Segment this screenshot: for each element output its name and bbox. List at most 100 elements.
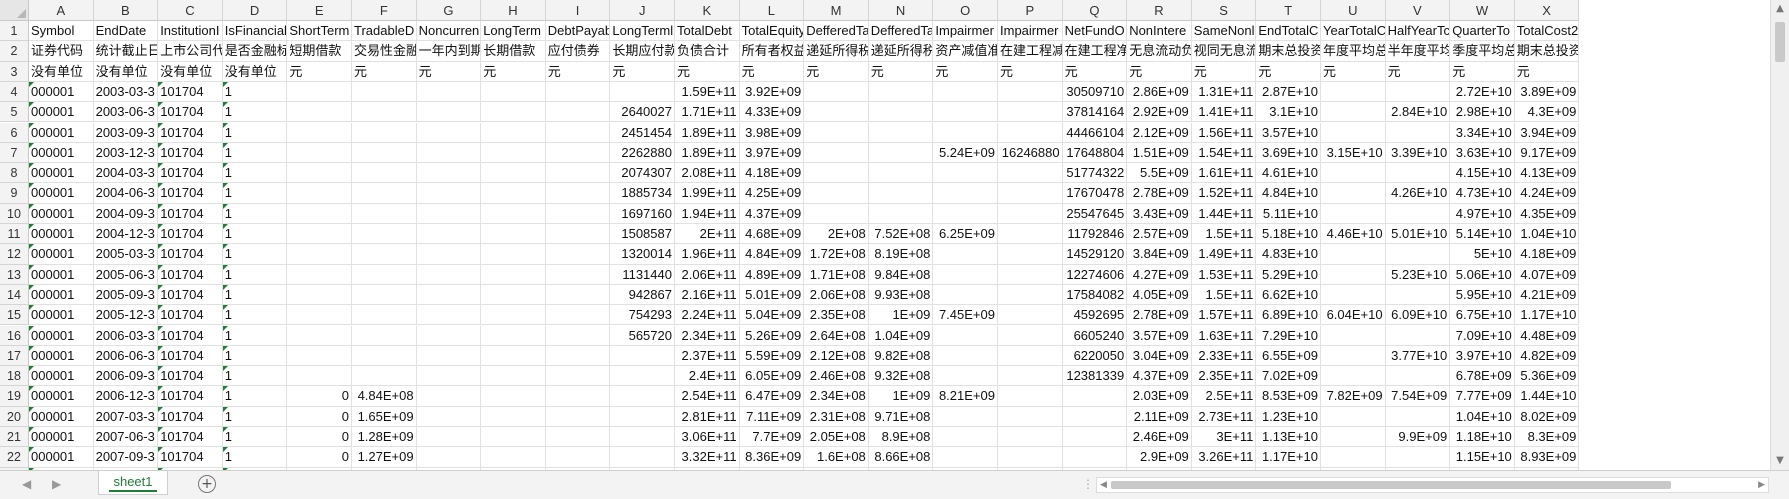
cell-e10[interactable] xyxy=(287,203,352,224)
cell-i7[interactable] xyxy=(545,142,611,164)
cell-i11[interactable] xyxy=(545,224,611,245)
cell-n22[interactable]: 8.66E+08 xyxy=(868,447,934,468)
row-header-15[interactable]: 15 xyxy=(0,305,29,326)
cell-n13[interactable]: 9.84E+08 xyxy=(868,264,934,285)
cell-g7[interactable] xyxy=(416,142,482,164)
row-header-20[interactable]: 20 xyxy=(0,406,29,427)
cell-r21[interactable]: 2.46E+09 xyxy=(1127,427,1192,448)
cell-o2[interactable]: 资产减值准 xyxy=(933,41,998,62)
cell-g20[interactable] xyxy=(416,406,482,427)
cell-g13[interactable] xyxy=(416,264,482,285)
cell-a15[interactable]: 000001 xyxy=(29,305,94,326)
cell-n15[interactable]: 1E+09 xyxy=(868,305,934,326)
cell-d9[interactable]: 1 xyxy=(222,183,288,204)
cell-u6[interactable] xyxy=(1321,122,1386,143)
cell-o15[interactable]: 7.45E+09 xyxy=(933,305,998,326)
cell-j16[interactable]: 565720 xyxy=(610,325,675,346)
cell-h12[interactable] xyxy=(481,244,546,265)
cell-j5[interactable]: 2640027 xyxy=(610,102,675,123)
cell-u1[interactable]: YearTotalC xyxy=(1321,21,1386,42)
cell-q10[interactable]: 25547645 xyxy=(1062,203,1128,224)
cell-t9[interactable]: 4.84E+10 xyxy=(1256,183,1321,204)
cell-w5[interactable]: 2.98E+10 xyxy=(1450,102,1515,123)
cell-b18[interactable]: 2006-09-3 xyxy=(93,366,159,387)
cell-d3[interactable]: 没有单位 xyxy=(222,61,288,82)
cell-b3[interactable]: 没有单位 xyxy=(93,61,159,82)
cell-c13[interactable]: 101704 xyxy=(158,264,223,285)
row-header-7[interactable]: 7 xyxy=(0,142,29,164)
cell-s17[interactable]: 2.33E+11 xyxy=(1191,345,1257,367)
cell-e5[interactable] xyxy=(287,102,352,123)
cell-b22[interactable]: 2007-09-3 xyxy=(93,447,159,468)
cell-d21[interactable]: 1 xyxy=(222,427,288,448)
cell-r1[interactable]: NonIntere xyxy=(1127,21,1192,42)
cell-r12[interactable]: 3.84E+09 xyxy=(1127,244,1192,265)
cell-w10[interactable]: 4.97E+10 xyxy=(1450,203,1515,224)
cell-q22[interactable] xyxy=(1062,447,1128,468)
cell-v12[interactable] xyxy=(1385,244,1451,265)
row-header-4[interactable]: 4 xyxy=(0,81,29,103)
cell-s10[interactable]: 1.44E+11 xyxy=(1191,203,1257,224)
cell-a21[interactable]: 000001 xyxy=(29,427,94,448)
sheet-tab-sheet1[interactable]: sheet1 xyxy=(98,471,168,495)
cell-a8[interactable]: 000001 xyxy=(29,163,94,184)
cell-e21[interactable]: 0 xyxy=(287,427,352,448)
cell-g2[interactable]: 一年内到期 xyxy=(416,41,482,62)
cell-a2[interactable]: 证券代码 xyxy=(29,41,94,62)
cell-v11[interactable]: 5.01E+10 xyxy=(1385,224,1451,245)
cell-m16[interactable]: 2.64E+08 xyxy=(804,325,869,346)
cell-c5[interactable]: 101704 xyxy=(158,102,223,123)
cell-l14[interactable]: 5.01E+09 xyxy=(739,284,805,306)
cell-a11[interactable]: 000001 xyxy=(29,224,94,245)
cell-w16[interactable]: 7.09E+10 xyxy=(1450,325,1515,346)
cell-m18[interactable]: 2.46E+08 xyxy=(804,366,869,387)
cell-h6[interactable] xyxy=(481,122,546,143)
cell-d13[interactable]: 1 xyxy=(222,264,288,285)
cell-d8[interactable]: 1 xyxy=(222,163,288,184)
cell-q18[interactable]: 12381339 xyxy=(1062,366,1128,387)
cell-j1[interactable]: LongTerml xyxy=(610,21,675,42)
cell-j22[interactable] xyxy=(610,447,675,468)
scroll-right-arrow-icon[interactable]: ▶ xyxy=(1758,478,1765,492)
column-header-h[interactable]: H xyxy=(481,0,546,21)
cell-u15[interactable]: 6.04E+10 xyxy=(1321,305,1386,326)
cell-a14[interactable]: 000001 xyxy=(29,284,94,306)
cell-u8[interactable] xyxy=(1321,163,1386,184)
cell-c8[interactable]: 101704 xyxy=(158,163,223,184)
cell-p3[interactable]: 元 xyxy=(998,61,1063,82)
cell-h9[interactable] xyxy=(481,183,546,204)
cell-o17[interactable] xyxy=(933,345,998,367)
cell-c19[interactable]: 101704 xyxy=(158,386,223,407)
cell-n9[interactable] xyxy=(868,183,934,204)
cell-v2[interactable]: 半年度平均 xyxy=(1385,41,1451,62)
cell-h1[interactable]: LongTerm xyxy=(481,21,546,42)
cell-r22[interactable]: 2.9E+09 xyxy=(1127,447,1192,468)
cell-v15[interactable]: 6.09E+10 xyxy=(1385,305,1451,326)
scroll-down-arrow-icon[interactable]: ▼ xyxy=(1771,452,1789,470)
cell-j10[interactable]: 1697160 xyxy=(610,203,675,224)
cell-h3[interactable]: 元 xyxy=(481,61,546,82)
cell-r15[interactable]: 2.78E+09 xyxy=(1127,305,1192,326)
cell-o9[interactable] xyxy=(933,183,998,204)
cell-h2[interactable]: 长期借款 xyxy=(481,41,546,62)
cell-h20[interactable] xyxy=(481,406,546,427)
cell-x16[interactable]: 4.48E+09 xyxy=(1514,325,1580,346)
cell-r17[interactable]: 3.04E+09 xyxy=(1127,345,1192,367)
cell-o8[interactable] xyxy=(933,163,998,184)
cell-x6[interactable]: 3.94E+09 xyxy=(1514,122,1580,143)
cell-c3[interactable]: 没有单位 xyxy=(158,61,223,82)
spreadsheet-grid[interactable]: A B C D E F G H I J K L M N O P Q R S T U V W X 1 Symbol EndDate In… xyxy=(0,0,1789,470)
cell-c6[interactable]: 101704 xyxy=(158,122,223,143)
cell-w20[interactable]: 1.04E+10 xyxy=(1450,406,1515,427)
cell-h8[interactable] xyxy=(481,163,546,184)
cell-k22[interactable]: 3.32E+11 xyxy=(675,447,740,468)
cell-l21[interactable]: 7.7E+09 xyxy=(739,427,805,448)
cell-d7[interactable]: 1 xyxy=(222,142,288,164)
column-header-m[interactable]: M xyxy=(804,0,869,21)
cell-a19[interactable]: 000001 xyxy=(29,386,94,407)
cell-v4[interactable] xyxy=(1385,81,1451,103)
cell-v10[interactable] xyxy=(1385,203,1451,224)
cell-r14[interactable]: 4.05E+09 xyxy=(1127,284,1192,306)
cell-p5[interactable] xyxy=(998,102,1063,123)
cell-j9[interactable]: 1885734 xyxy=(610,183,675,204)
